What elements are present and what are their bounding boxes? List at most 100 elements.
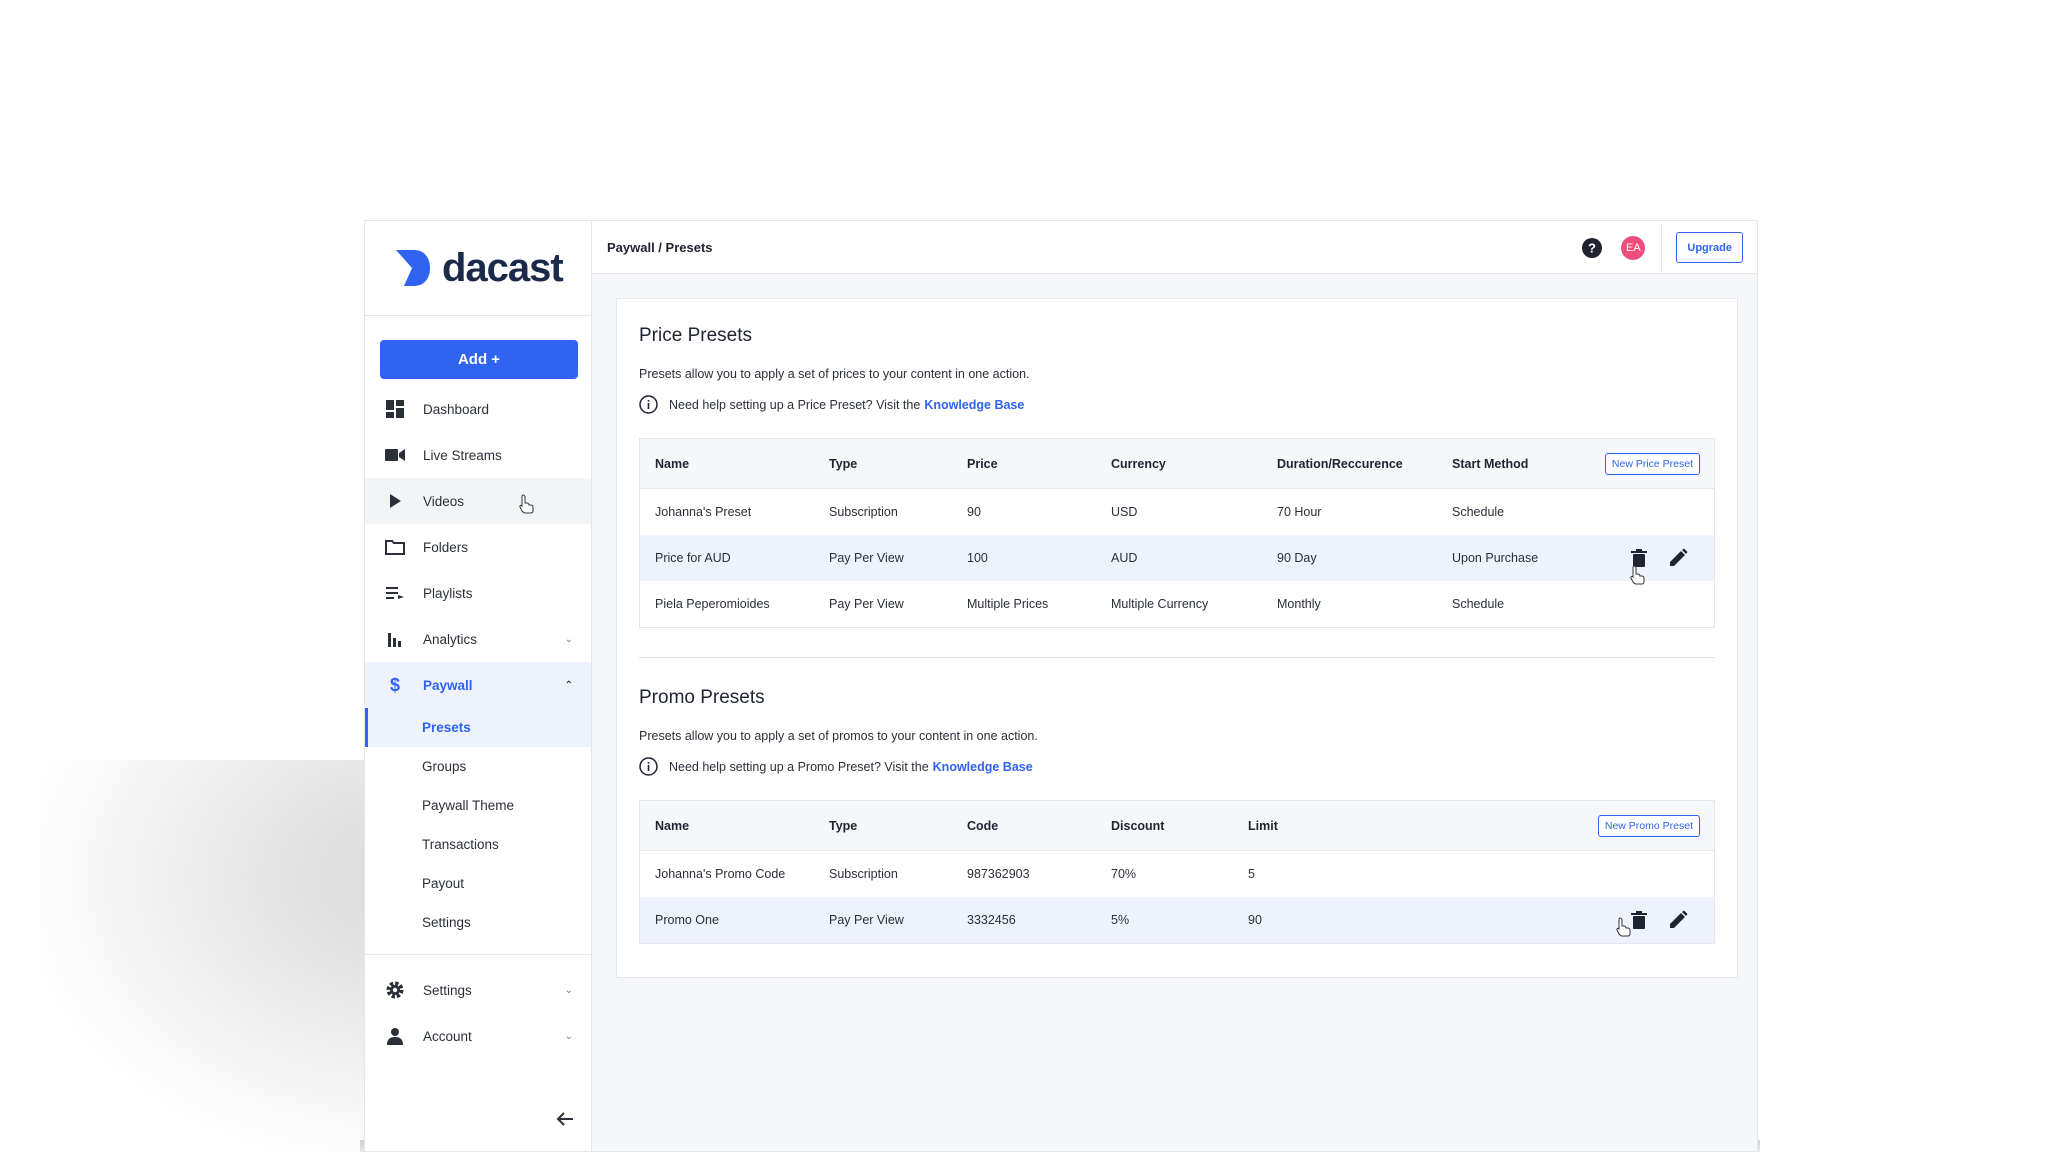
column-header: Discount xyxy=(1111,818,1165,833)
gear-icon xyxy=(385,980,405,1000)
promo-presets-help: Need help setting up a Promo Preset? Vis… xyxy=(639,757,1033,776)
cell: AUD xyxy=(1111,551,1138,565)
app-window: dacast Add + Dashboard Live Streams Vide… xyxy=(364,220,1758,1152)
chevron-down-icon[interactable]: ⌄ xyxy=(565,1031,573,1042)
svg-text:?: ? xyxy=(1588,240,1596,255)
top-bar: Paywall / Presets ? EA Upgrade xyxy=(592,221,1757,274)
column-header: Type xyxy=(829,456,858,471)
sidebar-item-account[interactable]: Account ⌄ xyxy=(365,1013,591,1059)
bar-chart-icon xyxy=(385,629,405,649)
row-actions xyxy=(1610,548,1688,568)
sidebar-item-label: Dashboard xyxy=(423,401,490,417)
price-presets-help: Need help setting up a Price Preset? Vis… xyxy=(639,395,1024,414)
sidebar-item-playlists[interactable]: Playlists xyxy=(365,570,591,616)
knowledge-base-link[interactable]: Knowledge Base xyxy=(924,398,1024,412)
edit-pencil-icon[interactable] xyxy=(1668,910,1688,930)
table-row[interactable]: Johanna's Promo Code Subscription 987362… xyxy=(640,851,1714,897)
column-header: Code xyxy=(967,818,999,833)
dollar-icon: $ xyxy=(389,674,400,695)
price-presets-table: Name Type Price Currency Duration/Reccur… xyxy=(639,438,1715,628)
edit-pencil-icon[interactable] xyxy=(1668,548,1688,568)
sidebar-item-label: Playlists xyxy=(423,585,473,601)
sidebar-item-settings[interactable]: Settings ⌄ xyxy=(365,967,591,1013)
section-divider xyxy=(639,657,1715,658)
info-icon xyxy=(639,757,658,776)
cell: Piela Peperomioides xyxy=(655,597,770,611)
sidebar-item-label: Analytics xyxy=(423,631,478,647)
cell: Monthly xyxy=(1277,597,1321,611)
subnav-item-paywall-theme[interactable]: Paywall Theme xyxy=(365,786,591,825)
help-icon[interactable]: ? xyxy=(1582,237,1603,258)
chevron-up-icon[interactable]: ⌃ xyxy=(565,680,573,691)
cell: 5 xyxy=(1248,867,1255,881)
cell: 90 Day xyxy=(1277,551,1317,565)
knowledge-base-link[interactable]: Knowledge Base xyxy=(933,760,1033,774)
column-header: Price xyxy=(967,456,998,471)
person-icon xyxy=(385,1026,405,1046)
column-header: Limit xyxy=(1248,818,1278,833)
mouse-pointer-icon xyxy=(1616,917,1631,937)
upgrade-button[interactable]: Upgrade xyxy=(1676,232,1743,263)
subnav-item-presets[interactable]: Presets xyxy=(365,708,591,747)
cell: Schedule xyxy=(1452,597,1505,611)
cell: Johanna's Preset xyxy=(655,505,752,519)
table-row[interactable]: Piela Peperomioides Pay Per View Multipl… xyxy=(640,581,1714,627)
avatar[interactable]: EA xyxy=(1621,235,1646,260)
breadcrumb: Paywall / Presets xyxy=(607,239,713,255)
promo-presets-title: Promo Presets xyxy=(639,687,765,708)
trash-icon[interactable] xyxy=(1629,910,1649,930)
sidebar-item-dashboard[interactable]: Dashboard xyxy=(365,386,591,432)
sidebar-item-folders[interactable]: Folders xyxy=(365,524,591,570)
play-icon xyxy=(385,491,405,511)
sidebar-item-live-streams[interactable]: Live Streams xyxy=(365,432,591,478)
price-presets-title: Price Presets xyxy=(639,325,752,346)
column-header: Currency xyxy=(1111,456,1166,471)
cell: 70% xyxy=(1111,867,1137,881)
promo-presets-table: Name Type Code Discount Limit New Promo … xyxy=(639,800,1715,944)
cell: Multiple Currency xyxy=(1111,597,1209,611)
column-header: Name xyxy=(655,456,690,471)
column-header: Type xyxy=(829,818,858,833)
cell: Promo One xyxy=(655,913,719,927)
table-row[interactable]: Johanna's Preset Subscription 90 USD 70 … xyxy=(640,489,1714,535)
table-row[interactable]: Promo One Pay Per View 3332456 5% 90 xyxy=(640,897,1714,943)
cell: 5% xyxy=(1111,913,1130,927)
cell: 100 xyxy=(967,551,988,565)
price-presets-description: Presets allow you to apply a set of pric… xyxy=(639,367,1030,381)
cell: Pay Per View xyxy=(829,913,904,927)
sidebar-item-label: Paywall xyxy=(423,677,473,693)
sidebar-item-paywall[interactable]: $ Paywall ⌃ xyxy=(365,662,591,708)
add-button[interactable]: Add + xyxy=(380,340,578,379)
help-text: Need help setting up a Promo Preset? Vis… xyxy=(669,759,929,774)
main-content: Paywall / Presets ? EA Upgrade Price Pre… xyxy=(592,221,1757,1151)
subnav-item-groups[interactable]: Groups xyxy=(365,747,591,786)
cell: 3332456 xyxy=(967,913,1016,927)
logo[interactable]: dacast xyxy=(365,221,591,316)
sidebar-item-label: Live Streams xyxy=(423,447,502,463)
subnav-item-payout[interactable]: Payout xyxy=(365,864,591,903)
dacast-logo-icon xyxy=(396,250,430,286)
table-row[interactable]: Price for AUD Pay Per View 100 AUD 90 Da… xyxy=(640,535,1714,585)
sidebar-item-label: Account xyxy=(423,1028,472,1044)
header-divider xyxy=(1661,224,1663,271)
cell: 70 Hour xyxy=(1277,505,1322,519)
cell: Multiple Prices xyxy=(967,597,1049,611)
chevron-down-icon[interactable]: ⌄ xyxy=(565,634,573,645)
sidebar-item-analytics[interactable]: Analytics ⌄ xyxy=(365,616,591,662)
column-header: Duration/Reccurence xyxy=(1277,456,1403,471)
new-promo-preset-button[interactable]: New Promo Preset xyxy=(1597,814,1700,837)
subnav-item-settings[interactable]: Settings xyxy=(365,903,591,942)
dashboard-icon xyxy=(385,399,405,419)
cell: Pay Per View xyxy=(829,597,904,611)
subnav-item-transactions[interactable]: Transactions xyxy=(365,825,591,864)
sidebar-nav: Dashboard Live Streams Videos Folders Pl… xyxy=(365,386,591,1059)
sidebar-item-videos[interactable]: Videos xyxy=(365,478,591,524)
new-price-preset-button[interactable]: New Price Preset xyxy=(1604,452,1700,475)
cell: Subscription xyxy=(829,867,898,881)
chevron-down-icon[interactable]: ⌄ xyxy=(565,985,573,996)
sidebar-item-label: Folders xyxy=(423,539,469,555)
collapse-sidebar-arrow-icon[interactable] xyxy=(555,1109,575,1129)
column-header: Name xyxy=(655,818,690,833)
cell: USD xyxy=(1111,505,1138,519)
cell: Price for AUD xyxy=(655,551,731,565)
